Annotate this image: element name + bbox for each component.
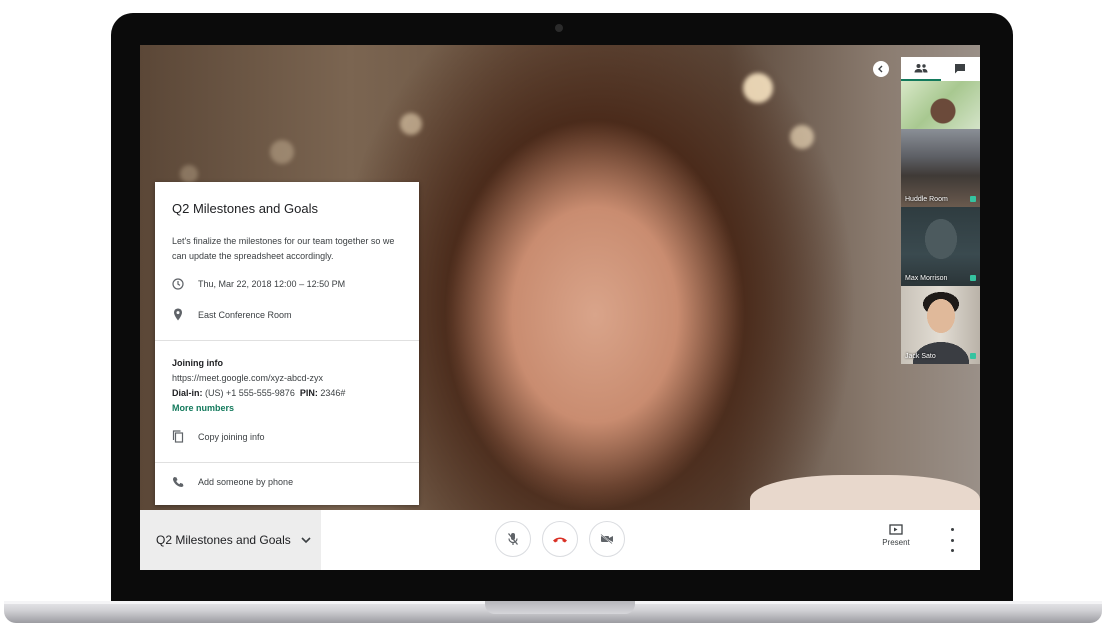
bokeh-light: [400, 113, 422, 135]
meeting-location-row: East Conference Room: [172, 308, 292, 321]
phone-icon: [172, 476, 198, 488]
bokeh-light: [790, 125, 814, 149]
meeting-details-toggle[interactable]: Q2 Milestones and Goals: [140, 510, 321, 570]
participant-name: Huddle Room: [905, 196, 948, 203]
participant-name: Max Morrison: [905, 275, 948, 282]
pin-number: 2346#: [320, 388, 346, 398]
people-icon: [914, 63, 928, 73]
collapse-rail-button[interactable]: [873, 61, 889, 77]
more-vert-icon: [950, 538, 954, 542]
hang-up-button[interactable]: [542, 521, 578, 557]
meeting-details-card: Q2 Milestones and Goals Let's finalize t…: [155, 182, 419, 505]
chevron-down-icon: [301, 536, 311, 544]
location-pin-icon: [172, 308, 198, 321]
present-label: Present: [882, 538, 910, 547]
more-options-button[interactable]: [946, 528, 958, 552]
camera-off-icon: [600, 534, 614, 544]
add-by-phone-label: Add someone by phone: [198, 477, 294, 487]
chat-icon: [954, 63, 966, 75]
copy-icon: [172, 430, 198, 443]
mic-toggle-button[interactable]: [495, 521, 531, 557]
chevron-left-icon: [877, 65, 885, 73]
participant-tile[interactable]: Jack Sato: [901, 286, 980, 364]
meeting-description: Let's finalize the milestones for our te…: [172, 236, 395, 261]
mic-active-icon: [970, 275, 976, 281]
add-by-phone-button[interactable]: Add someone by phone: [172, 476, 293, 488]
copy-joining-info-label: Copy joining info: [198, 431, 265, 442]
dial-in-line: Dial-in: (US) +1 555-555-9876 PIN: 2346#: [172, 388, 345, 398]
more-numbers-link[interactable]: More numbers: [172, 403, 234, 413]
participant-name: Jack Sato: [905, 353, 936, 360]
meeting-url[interactable]: https://meet.google.com/xyz-abcd-zyx: [172, 373, 323, 383]
clock-icon: [172, 278, 198, 290]
mic-active-icon: [970, 196, 976, 202]
camera-toggle-button[interactable]: [589, 521, 625, 557]
divider: [155, 462, 419, 463]
tab-chat[interactable]: [941, 57, 981, 81]
present-icon: [875, 524, 917, 535]
dial-in-number: (US) +1 555-555-9876: [205, 388, 295, 398]
more-vert-icon: [950, 549, 954, 552]
meeting-tab-label: Q2 Milestones and Goals: [156, 533, 291, 547]
participant-tile[interactable]: Huddle Room: [901, 129, 980, 207]
dial-in-label: Dial-in:: [172, 388, 203, 398]
bokeh-light: [270, 140, 294, 164]
webcam: [555, 24, 563, 32]
mic-active-icon: [970, 353, 976, 359]
pin-label: PIN:: [299, 388, 318, 398]
bottom-control-bar: Q2 Milestones and Goals Present: [140, 510, 980, 570]
hangup-icon: [552, 535, 568, 543]
joining-info-heading: Joining info: [172, 358, 223, 368]
more-vert-icon: [950, 528, 954, 531]
bokeh-light: [743, 73, 773, 103]
meeting-datetime: Thu, Mar 22, 2018 12:00 – 12:50 PM: [198, 279, 346, 289]
participant-tile[interactable]: Max Morrison: [901, 207, 980, 286]
participant-rail-tabs: [901, 57, 980, 81]
copy-joining-info-button[interactable]: Copy joining info: [172, 430, 265, 443]
mic-off-icon: [507, 532, 519, 546]
divider: [155, 340, 419, 341]
tab-people[interactable]: [901, 57, 941, 81]
laptop-notch: [485, 601, 635, 614]
meeting-datetime-row: Thu, Mar 22, 2018 12:00 – 12:50 PM: [172, 278, 345, 290]
meeting-title: Q2 Milestones and Goals: [172, 201, 318, 216]
meeting-location: East Conference Room: [198, 309, 292, 320]
bokeh-light: [180, 165, 198, 183]
present-button[interactable]: Present: [875, 524, 917, 547]
meet-screen: Q2 Milestones and Goals Let's finalize t…: [140, 45, 980, 570]
